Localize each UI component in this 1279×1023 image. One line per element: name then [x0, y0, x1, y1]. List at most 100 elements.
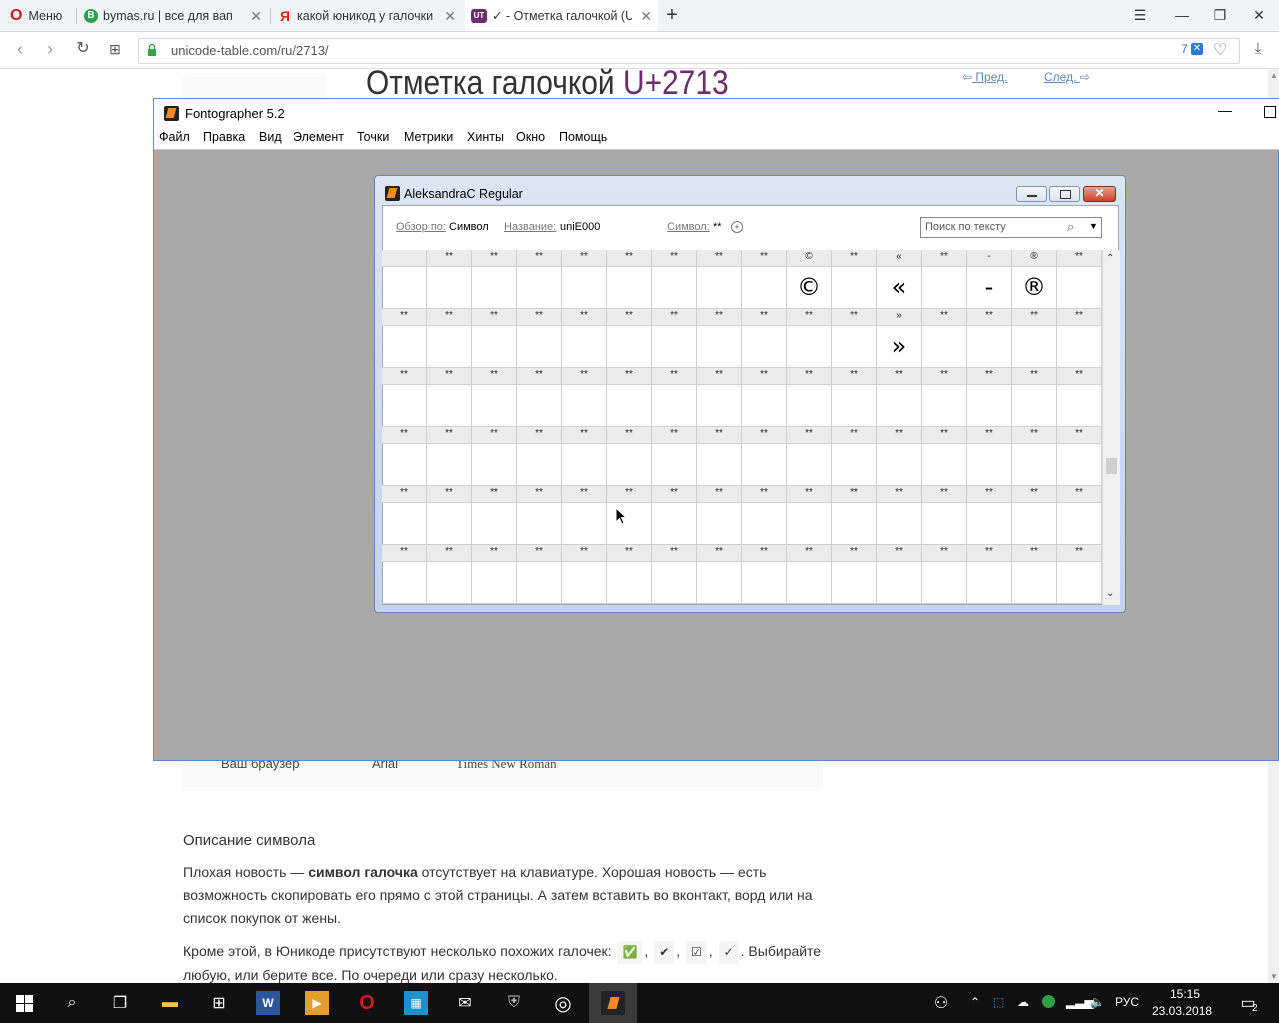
glyph-cell[interactable]: ** [697, 427, 742, 486]
opera-menu-button[interactable]: O Меню [0, 0, 72, 31]
glyph-cell[interactable]: ** [607, 250, 652, 309]
similar-check-1[interactable]: ✅ [617, 941, 643, 964]
restore-icon[interactable]: ❐ [1210, 5, 1230, 25]
glyph-cell[interactable]: ** [382, 309, 427, 368]
glyph-cell[interactable]: ** [1012, 545, 1057, 604]
glyph-cell[interactable]: ** [832, 368, 877, 427]
glyph-cell[interactable]: ** [652, 250, 697, 309]
scroll-thumb[interactable] [1106, 458, 1117, 474]
glyph-cell[interactable]: ** [967, 368, 1012, 427]
glyph-cell[interactable]: ** [607, 368, 652, 427]
glyph-cell[interactable]: ** [517, 427, 562, 486]
glyph-cell[interactable]: ** [562, 368, 607, 427]
glyph-cell[interactable]: ** [1057, 309, 1102, 368]
glyph-cell[interactable]: ** [607, 309, 652, 368]
tab-yandex[interactable]: Я какой юникод у галочки ✕ [272, 0, 462, 31]
store-icon[interactable]: ⊞ [207, 991, 231, 1015]
glyph-cell[interactable]: ** [427, 486, 472, 545]
glyph-cell[interactable]: ** [382, 545, 427, 604]
world-of-tanks-icon[interactable]: ⛨ [502, 991, 526, 1015]
search-taskbar-icon[interactable]: ⌕ [60, 991, 84, 1015]
glyph-cell[interactable]: ** [517, 368, 562, 427]
menu-window[interactable]: Окно [516, 130, 545, 144]
search-input[interactable]: Поиск по тексту ⌕ ▼ [920, 217, 1102, 238]
glyph-cell[interactable]: ** [652, 545, 697, 604]
name-label[interactable]: Название: [504, 221, 556, 233]
menu-file[interactable]: Файл [159, 130, 190, 144]
glyph-cell[interactable]: ** [427, 250, 472, 309]
tracker-count-badge[interactable]: 7 [1181, 42, 1188, 56]
start-button[interactable] [12, 991, 36, 1015]
glyph-cell[interactable]: ** [562, 309, 607, 368]
url-field[interactable]: unicode-table.com/ru/2713/ 7 ✕ ♡ [138, 38, 1240, 64]
glyph-cell[interactable]: ** [562, 545, 607, 604]
media-player-icon[interactable]: ▶ [305, 991, 329, 1015]
glyph-cell[interactable]: ** [832, 309, 877, 368]
glyph-cell[interactable]: ** [517, 250, 562, 309]
glyph-cell[interactable]: ** [652, 309, 697, 368]
people-icon[interactable]: ⚇ [929, 991, 953, 1015]
symbol-add-icon[interactable]: + [731, 221, 743, 233]
clock-time[interactable]: 15:15 [1170, 987, 1200, 1001]
glyph-cell[interactable]: ** [472, 427, 517, 486]
prev-link[interactable]: ⇦ Пред. [962, 70, 1007, 84]
glyph-cell[interactable]: ** [697, 545, 742, 604]
speed-dial-icon[interactable]: ⊞ [105, 40, 125, 60]
menu-help[interactable]: Помощь [559, 130, 607, 144]
glyph-cell[interactable]: ** [427, 545, 472, 604]
glyph-cell[interactable]: ** [877, 486, 922, 545]
similar-check-2[interactable]: ✔ [654, 941, 675, 964]
glyph-cell[interactable]: ** [877, 368, 922, 427]
menu-points[interactable]: Точки [357, 130, 389, 144]
glyph-cell[interactable]: ** [922, 427, 967, 486]
glyph-cell[interactable]: ** [742, 368, 787, 427]
glyph-cell[interactable]: ** [1057, 250, 1102, 309]
glyph-cell[interactable]: ** [562, 250, 607, 309]
forward-icon[interactable]: › [40, 40, 60, 60]
task-view-icon[interactable]: ❐ [108, 991, 132, 1015]
glyph-cell[interactable]: ** [1057, 545, 1102, 604]
word-icon[interactable]: W [256, 991, 280, 1015]
glyph-cell[interactable]: ** [652, 427, 697, 486]
glyph-cell[interactable]: »» [877, 309, 922, 368]
glyph-cell[interactable]: ** [697, 486, 742, 545]
glyph-cell[interactable]: ** [517, 309, 562, 368]
similar-check-4[interactable]: ✓ [718, 941, 739, 964]
scroll-up-icon[interactable]: ⌃ [1106, 253, 1114, 264]
tab-close-icon[interactable]: ✕ [444, 8, 456, 25]
glyph-cell[interactable]: ** [697, 309, 742, 368]
glyph-cell[interactable]: ** [1057, 368, 1102, 427]
glyph-cell[interactable]: «« [877, 250, 922, 309]
glyph-cell[interactable]: ® ® [1012, 250, 1057, 309]
glyph-cell[interactable]: ** [832, 250, 877, 309]
glyph-cell[interactable]: ** [967, 545, 1012, 604]
glyph-cell[interactable]: ** [877, 545, 922, 604]
search-dropdown-icon[interactable]: ▼ [1089, 221, 1098, 231]
glyph-cell[interactable]: ** [472, 486, 517, 545]
glyph-cell[interactable]: ** [427, 368, 472, 427]
glyph-cell[interactable]: ** [472, 309, 517, 368]
glyph-cell[interactable]: © © [787, 250, 832, 309]
glyph-cell[interactable]: ** [832, 486, 877, 545]
volume-icon[interactable]: 🔈 [1090, 995, 1105, 1009]
fg-maximize-icon[interactable] [1264, 106, 1276, 118]
snip-icon[interactable]: ⬚ [993, 995, 1004, 1009]
close-icon[interactable]: ✕ [1249, 5, 1269, 25]
glyph-cell[interactable]: ** [697, 250, 742, 309]
target-app-icon[interactable]: ◎ [551, 991, 575, 1015]
next-link[interactable]: След. ⇨ [1044, 70, 1090, 84]
tab-close-icon[interactable]: ✕ [640, 8, 652, 25]
glyph-cell[interactable]: ** [607, 486, 652, 545]
glyph-cell[interactable]: ** [922, 368, 967, 427]
clock-date[interactable]: 23.03.2018 [1152, 1004, 1212, 1018]
fw-minimize-button[interactable] [1016, 186, 1047, 202]
glyph-cell[interactable]: ** [697, 368, 742, 427]
adblock-icon[interactable]: ✕ [1191, 43, 1203, 55]
search-icon[interactable]: ⌕ [1067, 219, 1074, 235]
glyph-cell[interactable]: ** [1057, 486, 1102, 545]
glyph-cell[interactable]: ** [1012, 309, 1057, 368]
tab-close-icon[interactable]: ✕ [250, 8, 262, 25]
menu-element[interactable]: Элемент [293, 130, 344, 144]
tab-bymas[interactable]: B bymas.ru | все для вап ✕ [78, 0, 268, 31]
onedrive-icon[interactable]: ☁ [1017, 995, 1029, 1009]
